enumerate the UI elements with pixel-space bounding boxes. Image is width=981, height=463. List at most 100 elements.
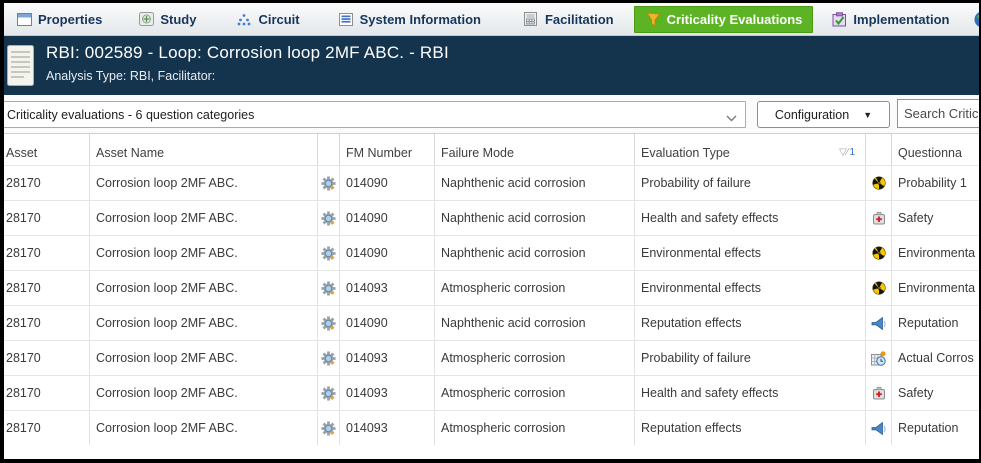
- failure-mode-cell: Naphthenic acid corrosion: [435, 201, 635, 235]
- globe-icon[interactable]: [974, 11, 981, 28]
- asset-cell: 28170: [0, 271, 90, 305]
- tab-facilitation[interactable]: Facilitation: [513, 6, 624, 33]
- asset-cell: 28170: [0, 411, 90, 445]
- failure-mode-cell: Atmospheric corrosion: [435, 411, 635, 445]
- questionnaire-cell: Safety: [892, 376, 981, 410]
- tab-criticality-evaluations[interactable]: Criticality Evaluations: [634, 6, 814, 33]
- circuit-dots-icon: [236, 12, 252, 27]
- funnel-gold-icon: [645, 12, 661, 27]
- radiation-icon: [866, 236, 892, 270]
- tab-system-information[interactable]: System Information: [328, 6, 491, 33]
- asset-name-cell: Corrosion loop 2MF ABC.: [90, 376, 318, 410]
- window-icon: [16, 12, 32, 27]
- chevron-down-icon: [726, 111, 737, 118]
- evaluations-grid: Asset Asset Name FM Number Failure Mode …: [0, 133, 981, 445]
- configuration-button[interactable]: Configuration ▼: [757, 101, 890, 128]
- table-row[interactable]: 28170Corrosion loop 2MF ABC. 014093Atmosp…: [0, 375, 981, 410]
- toolbar: Criticality evaluations - 6 question cat…: [0, 95, 981, 133]
- fm-number-cell: 014093: [340, 271, 435, 305]
- grid-body: 28170Corrosion loop 2MF ABC.014090Naphth…: [0, 165, 981, 445]
- radiation-icon: [866, 271, 892, 305]
- tab-implementation[interactable]: Implementation: [821, 6, 959, 33]
- tab-circuit[interactable]: Circuit: [226, 6, 309, 33]
- gear-icon[interactable]: [318, 201, 340, 235]
- tab-label: Implementation: [853, 12, 949, 27]
- table-row[interactable]: 28170Corrosion loop 2MF ABC.014093Atmosp…: [0, 410, 981, 445]
- column-header-asset-name[interactable]: Asset Name: [90, 134, 318, 165]
- fm-number-cell: 014093: [340, 341, 435, 375]
- bottom-strip: [0, 445, 981, 463]
- list-lines-icon: [338, 12, 354, 27]
- evaluation-type-cell: Probability of failure: [635, 341, 866, 375]
- page-subtitle: Analysis Type: RBI, Facilitator:: [46, 69, 215, 83]
- first-aid-icon: [866, 376, 892, 410]
- column-header-evaluation-type[interactable]: Evaluation Type ▽∕ 1: [635, 134, 866, 165]
- asset-cell: 28170: [0, 341, 90, 375]
- table-row[interactable]: 28170Corrosion loop 2MF ABC.014090Naphth…: [0, 235, 981, 270]
- column-header-type-icon[interactable]: [866, 134, 892, 165]
- asset-name-cell: Corrosion loop 2MF ABC.: [90, 166, 318, 200]
- configuration-label: Configuration: [775, 108, 849, 122]
- asset-name-cell: Corrosion loop 2MF ABC.: [90, 306, 318, 340]
- evaluation-type-cell: Health and safety effects: [635, 376, 866, 410]
- first-aid-icon: [866, 201, 892, 235]
- tab-label: Circuit: [258, 12, 299, 27]
- asset-name-cell: Corrosion loop 2MF ABC.: [90, 271, 318, 305]
- table-row[interactable]: 28170Corrosion loop 2MF ABC.014090Naphth…: [0, 165, 981, 200]
- table-row[interactable]: 28170Corrosion loop 2MF ABC.014090Naphth…: [0, 305, 981, 340]
- failure-mode-cell: Atmospheric corrosion: [435, 341, 635, 375]
- evaluation-type-cell: Probability of failure: [635, 166, 866, 200]
- table-row[interactable]: 28170Corrosion loop 2MF ABC.014093Atmosp…: [0, 270, 981, 305]
- questionnaire-cell: Reputation: [892, 306, 981, 340]
- evaluation-type-cell: Environmental effects: [635, 271, 866, 305]
- fm-number-cell: 014090: [340, 236, 435, 270]
- tab-label: Properties: [38, 12, 102, 27]
- gear-icon[interactable]: [318, 236, 340, 270]
- column-header-fm-number[interactable]: FM Number: [340, 134, 435, 165]
- table-row[interactable]: 28170Corrosion loop 2MF ABC.014090Naphth…: [0, 200, 981, 235]
- fm-number-cell: 014090: [340, 166, 435, 200]
- tab-label: Criticality Evaluations: [667, 12, 803, 27]
- corrosion-rate-icon: [866, 341, 892, 375]
- questionnaire-cell: Probability 1: [892, 166, 981, 200]
- asset-cell: 28170: [0, 376, 90, 410]
- sort-order-number: 1: [849, 147, 855, 158]
- failure-mode-cell: Naphthenic acid corrosion: [435, 306, 635, 340]
- questionnaire-cell: Reputation: [892, 411, 981, 445]
- asset-name-cell: Corrosion loop 2MF ABC.: [90, 411, 318, 445]
- gear-icon[interactable]: [318, 271, 340, 305]
- tab-bar: Properties Study Circuit System Informat…: [0, 0, 981, 36]
- failure-mode-cell: Atmospheric corrosion: [435, 376, 635, 410]
- gear-icon[interactable]: [318, 376, 340, 410]
- gear-icon[interactable]: [318, 166, 340, 200]
- tab-label: System Information: [360, 12, 481, 27]
- tab-properties[interactable]: Properties: [6, 6, 112, 33]
- fm-number-cell: 014090: [340, 306, 435, 340]
- asset-cell: 28170: [0, 201, 90, 235]
- asset-name-cell: Corrosion loop 2MF ABC.: [90, 236, 318, 270]
- failure-mode-cell: Naphthenic acid corrosion: [435, 166, 635, 200]
- column-header-asset[interactable]: Asset: [0, 134, 90, 165]
- fm-number-cell: 014093: [340, 376, 435, 410]
- table-row[interactable]: 28170Corrosion loop 2MF ABC. 014093Atmosp…: [0, 340, 981, 375]
- view-selector-dropdown[interactable]: Criticality evaluations - 6 question cat…: [1, 101, 746, 128]
- document-icon: [7, 45, 37, 92]
- column-header-questionnaire[interactable]: Questionna: [892, 134, 981, 165]
- page-title: RBI: 002589 - Loop: Corrosion loop 2MF A…: [46, 43, 449, 63]
- gear-icon[interactable]: [318, 341, 340, 375]
- column-header-failure-mode[interactable]: Failure Mode: [435, 134, 635, 165]
- gear-icon[interactable]: [318, 411, 340, 445]
- search-input[interactable]: [897, 99, 981, 128]
- fm-number-cell: 014090: [340, 201, 435, 235]
- questionnaire-cell: Environmenta: [892, 236, 981, 270]
- gear-icon[interactable]: [318, 306, 340, 340]
- tab-study[interactable]: Study: [128, 6, 206, 33]
- questionnaire-cell: Actual Corros: [892, 341, 981, 375]
- filter-sort-indicator[interactable]: ▽∕ 1: [839, 147, 863, 158]
- caret-down-icon: ▼: [863, 110, 872, 120]
- record-header: RBI: 002589 - Loop: Corrosion loop 2MF A…: [0, 36, 981, 95]
- column-header-row-icon[interactable]: [318, 134, 340, 165]
- asset-name-cell: Corrosion loop 2MF ABC.: [90, 341, 318, 375]
- grid-header-row: Asset Asset Name FM Number Failure Mode …: [0, 133, 981, 165]
- app-window: Properties Study Circuit System Informat…: [0, 0, 981, 463]
